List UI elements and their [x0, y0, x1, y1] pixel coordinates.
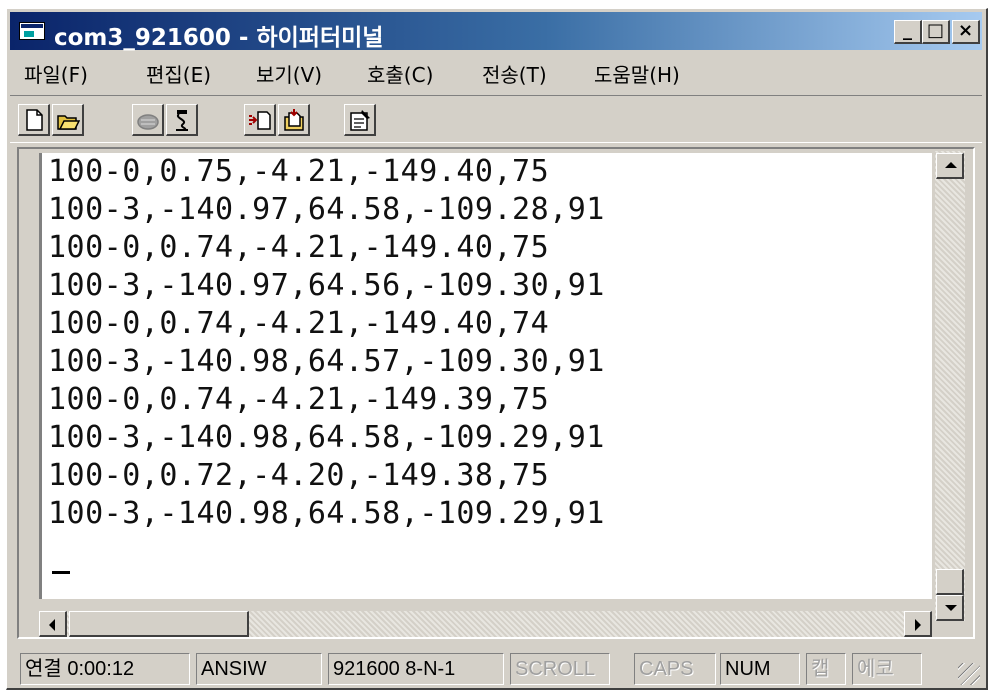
terminal-line: 100-0,0.74,-4.21,-149.40,74 [48, 306, 550, 341]
disconnect-button[interactable] [166, 104, 198, 136]
terminal-client-area: 100-0,0.75,-4.21,-149.40,75 100-3,-140.9… [17, 147, 975, 639]
vertical-scrollbar[interactable] [935, 151, 965, 621]
terminal-line: 100-0,0.74,-4.21,-149.39,75 [48, 382, 550, 417]
send-file-button[interactable] [244, 104, 276, 136]
connect-button[interactable] [132, 104, 164, 136]
receive-file-button[interactable] [278, 104, 310, 136]
window-title: com3_921600 - 하이퍼터미널 [54, 25, 384, 51]
menu-transfer[interactable]: 전송(T) [482, 59, 547, 88]
toolbar [10, 95, 982, 143]
terminal-line: 100-3,-140.97,64.58,-109.28,91 [48, 192, 605, 227]
resize-grip[interactable] [958, 663, 980, 685]
status-echo: 에코 [852, 653, 922, 685]
properties-button[interactable] [344, 104, 376, 136]
menu-bar: 파일(F) 편집(E) 보기(V) 호출(C) 전송(T) 도움말(H) [10, 53, 982, 89]
terminal-line: 100-3,-140.97,64.56,-109.30,91 [48, 268, 605, 303]
title-bar[interactable]: com3_921600 - 하이퍼터미널 _ □ × [10, 12, 982, 51]
terminal-line: 100-3,-140.98,64.58,-109.29,91 [48, 496, 605, 531]
terminal-line: 100-3,-140.98,64.58,-109.29,91 [48, 420, 605, 455]
maximize-button[interactable]: □ [922, 20, 950, 44]
scroll-right-button[interactable] [904, 611, 932, 637]
status-capture: 캡 [806, 653, 846, 685]
status-emulation: ANSIW [196, 653, 322, 685]
terminal-screen[interactable]: 100-0,0.75,-4.21,-149.40,75 100-3,-140.9… [39, 153, 932, 599]
status-bar: 연결 0:00:12 ANSIW 921600 8-N-1 SCROLL CAP… [10, 649, 982, 687]
status-caps: CAPS [634, 653, 716, 685]
arrow-right-icon [915, 619, 921, 631]
open-button[interactable] [52, 104, 84, 136]
vertical-scroll-thumb[interactable] [936, 569, 964, 595]
properties-icon [350, 110, 370, 131]
arrow-up-icon [945, 162, 957, 168]
status-port-settings: 921600 8-N-1 [328, 653, 504, 685]
arrow-down-icon [945, 605, 957, 611]
new-document-icon [26, 109, 43, 131]
hyperterminal-app-icon[interactable] [19, 22, 45, 40]
new-connection-button[interactable] [18, 104, 50, 136]
minimize-button[interactable]: _ [894, 20, 922, 44]
phone-icon [137, 114, 159, 130]
scroll-down-button[interactable] [936, 595, 964, 621]
send-file-icon [249, 111, 271, 130]
horizontal-scrollbar[interactable] [39, 611, 932, 637]
text-cursor [52, 571, 70, 574]
terminal-line: 100-0,0.72,-4.20,-149.38,75 [48, 458, 550, 493]
terminal-line: 100-3,-140.98,64.57,-109.30,91 [48, 344, 605, 379]
scroll-left-button[interactable] [39, 611, 67, 637]
status-connection-time: 연결 0:00:12 [20, 653, 190, 685]
scroll-up-button[interactable] [936, 153, 964, 179]
terminal-line: 100-0,0.74,-4.21,-149.40,75 [48, 230, 550, 265]
hangup-phone-icon [176, 110, 188, 131]
open-folder-icon [57, 115, 80, 130]
status-scroll: SCROLL [510, 653, 610, 685]
menu-edit[interactable]: 편집(E) [146, 59, 211, 88]
terminal-line: 100-0,0.75,-4.21,-149.40,75 [48, 154, 550, 189]
hyperterminal-window: com3_921600 - 하이퍼터미널 _ □ × 파일(F) 편집(E) 보… [6, 8, 988, 690]
status-num: NUM [720, 653, 800, 685]
menu-file[interactable]: 파일(F) [24, 59, 88, 88]
menu-view[interactable]: 보기(V) [256, 59, 322, 88]
receive-file-icon [284, 109, 304, 131]
close-button[interactable]: × [952, 20, 980, 44]
horizontal-scroll-thumb[interactable] [69, 611, 249, 637]
menu-help[interactable]: 도움말(H) [594, 59, 680, 88]
arrow-left-icon [49, 619, 55, 631]
menu-call[interactable]: 호출(C) [367, 59, 433, 88]
